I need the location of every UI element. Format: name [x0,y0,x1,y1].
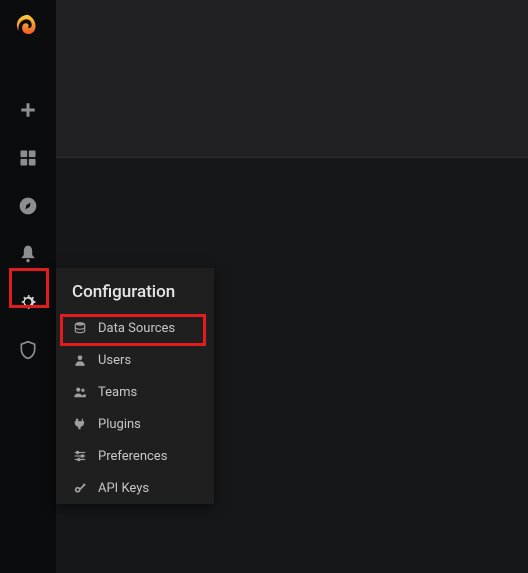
menu-item-label: Plugins [98,417,141,432]
menu-item-api-keys[interactable]: API Keys [56,472,214,504]
configuration-popup: Configuration Data Sources Users Teams P… [56,268,214,504]
configuration-icon[interactable] [8,282,48,322]
sliders-icon [72,448,88,464]
server-admin-icon[interactable] [8,330,48,370]
menu-item-teams[interactable]: Teams [56,376,214,408]
menu-item-label: API Keys [98,481,149,496]
users-icon [72,384,88,400]
create-icon[interactable] [8,90,48,130]
menu-item-label: Preferences [98,449,167,464]
menu-item-label: Teams [98,385,137,400]
popup-title: Configuration [56,268,214,312]
plug-icon [72,416,88,432]
user-icon [72,352,88,368]
sidebar [0,0,56,573]
alerting-icon[interactable] [8,234,48,274]
database-icon [72,320,88,336]
main-content-header [56,0,528,158]
menu-item-label: Data Sources [98,321,175,336]
menu-item-preferences[interactable]: Preferences [56,440,214,472]
menu-item-plugins[interactable]: Plugins [56,408,214,440]
key-icon [72,480,88,496]
menu-item-label: Users [98,353,131,368]
explore-icon[interactable] [8,186,48,226]
menu-item-data-sources[interactable]: Data Sources [56,312,214,344]
grafana-logo-icon[interactable] [13,12,43,42]
menu-item-users[interactable]: Users [56,344,214,376]
dashboards-icon[interactable] [8,138,48,178]
